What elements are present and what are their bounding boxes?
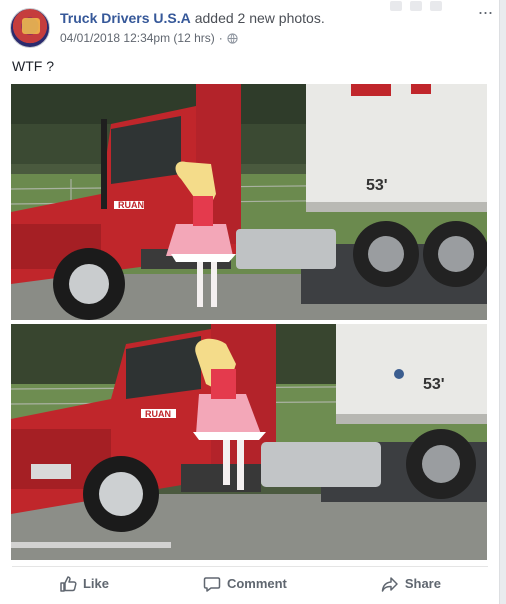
cab-logo-text: RUAN <box>118 200 144 210</box>
photo-truck-bottom: 53' RUAN <box>11 324 487 560</box>
feed-post: Truck Drivers U.S.A added 2 new photos. 0… <box>0 0 500 604</box>
share-arrow-icon <box>381 576 398 592</box>
post-photo-2[interactable]: 53' RUAN <box>11 324 487 560</box>
like-icon <box>60 575 77 592</box>
post-caption: WTF ? <box>12 58 54 74</box>
post-action-bar: Like Comment Share <box>12 566 488 596</box>
comment-icon <box>203 576 221 592</box>
post-action-text: added 2 new photos. <box>194 10 325 26</box>
comment-button[interactable]: Comment <box>203 571 287 593</box>
share-button[interactable]: Share <box>381 571 441 593</box>
cab-logo-text: RUAN <box>145 409 171 419</box>
like-button[interactable]: Like <box>59 571 109 593</box>
globe-icon[interactable] <box>227 32 238 44</box>
share-label: Share <box>404 576 441 591</box>
comment-label: Comment <box>226 576 287 591</box>
meta-separator: · <box>218 31 223 45</box>
photo-truck-top: 53' RUAN <box>11 84 487 320</box>
trailer-size-text: 53' <box>423 376 445 393</box>
post-headline: Truck Drivers U.S.A added 2 new photos. <box>60 10 325 26</box>
trailer-size-text: 53' <box>366 177 388 194</box>
like-label: Like <box>82 576 109 591</box>
page-name-link[interactable]: Truck Drivers U.S.A <box>60 10 191 26</box>
post-photo-1[interactable]: 53' RUAN <box>11 84 487 320</box>
page-avatar[interactable] <box>10 8 50 48</box>
post-meta: 04/01/2018 12:34pm (12 hrs) · <box>60 31 238 45</box>
post-timestamp[interactable]: 04/01/2018 12:34pm (12 hrs) <box>60 31 215 45</box>
post-header: Truck Drivers U.S.A added 2 new photos. 0… <box>10 3 493 50</box>
more-options-button[interactable]: ··· <box>474 3 496 26</box>
